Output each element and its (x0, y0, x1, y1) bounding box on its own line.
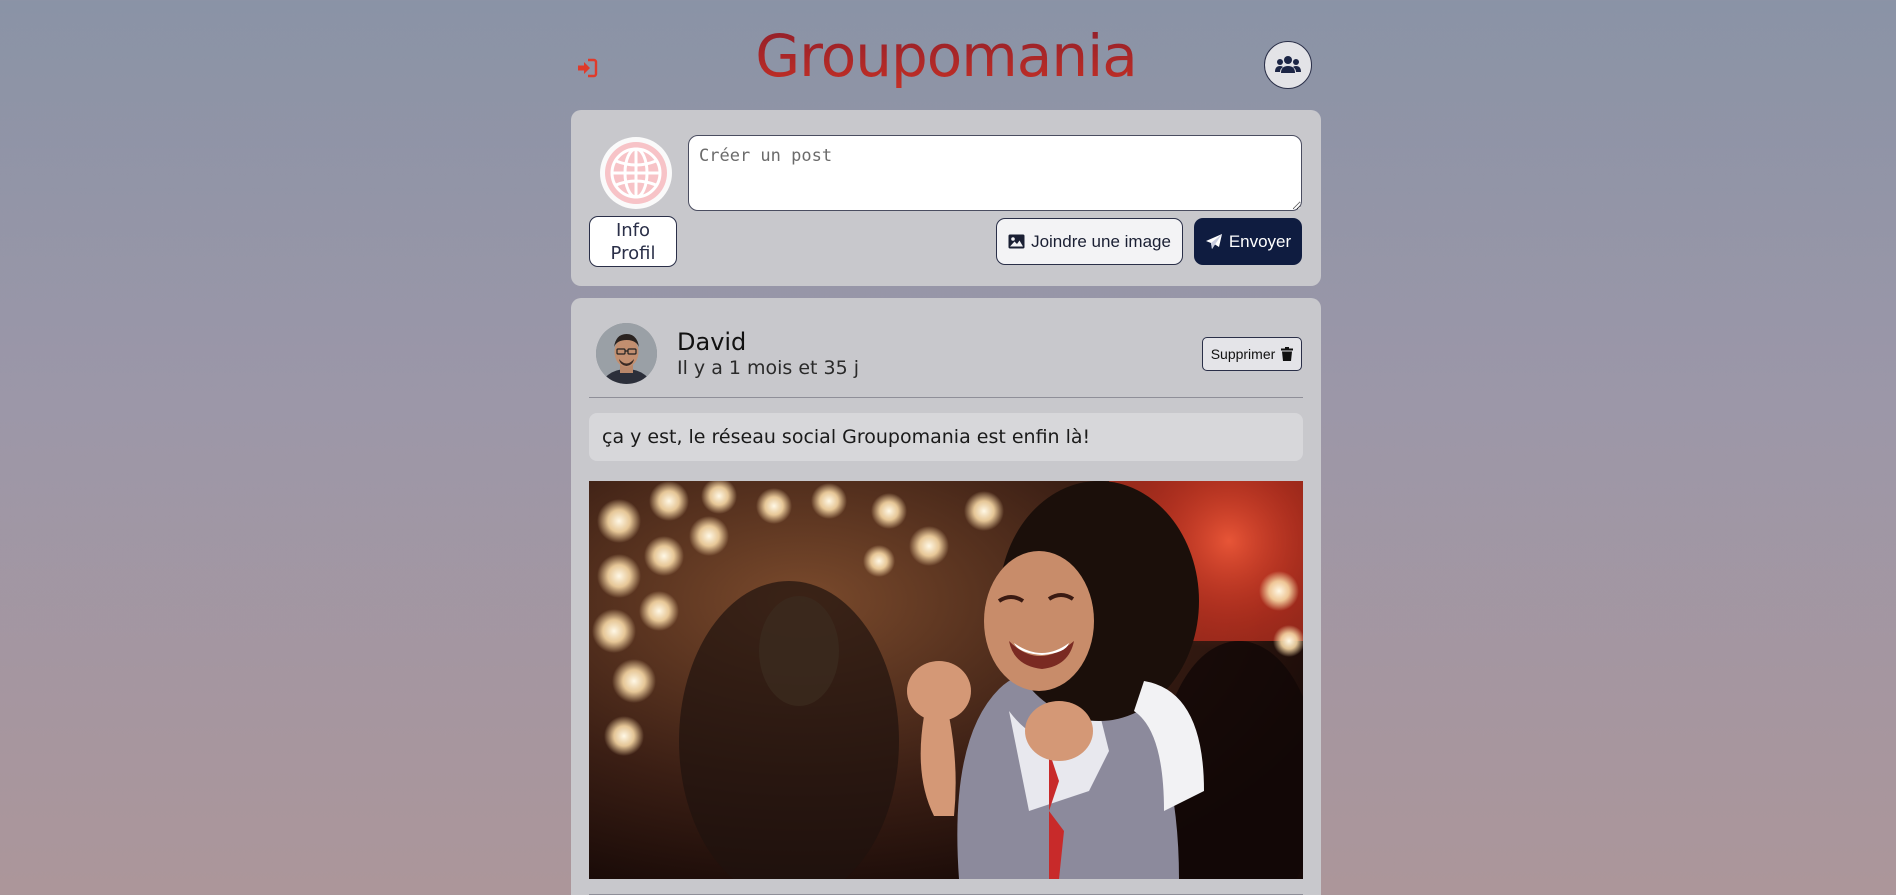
create-post-card: Info Profil Joindre une image Envoyer (571, 110, 1321, 286)
paper-plane-icon (1205, 233, 1222, 249)
join-image-label: Joindre une image (1031, 231, 1171, 251)
create-post-input[interactable] (688, 135, 1302, 211)
author-avatar[interactable] (596, 323, 657, 384)
post-card: David Il y a 1 mois et 35 j Supprimer ça… (571, 298, 1321, 895)
post-author-name: David (677, 328, 747, 356)
globe-icon (605, 142, 667, 204)
image-icon (1008, 234, 1025, 249)
delete-label: Supprimer (1210, 346, 1276, 362)
author-photo (596, 323, 657, 384)
delete-post-button[interactable]: Supprimer (1202, 337, 1302, 371)
celebrating-girl-image (589, 481, 1303, 879)
send-label: Envoyer (1228, 231, 1292, 251)
brand-logo: Groupomania (571, 18, 1321, 94)
users-button[interactable] (1264, 41, 1312, 89)
info-profil-button[interactable]: Info Profil (589, 216, 677, 267)
post-content-text: ça y est, le réseau social Groupomania e… (589, 413, 1303, 461)
app-header: Groupomania (571, 0, 1321, 110)
post-image (589, 481, 1303, 879)
post-header-divider (589, 397, 1303, 398)
trash-icon (1281, 347, 1294, 361)
profile-avatar[interactable] (600, 137, 672, 209)
post-timestamp: Il y a 1 mois et 35 j (677, 357, 860, 379)
send-button[interactable]: Envoyer (1194, 218, 1302, 265)
users-icon (1275, 56, 1301, 73)
join-image-button[interactable]: Joindre une image (996, 218, 1183, 265)
